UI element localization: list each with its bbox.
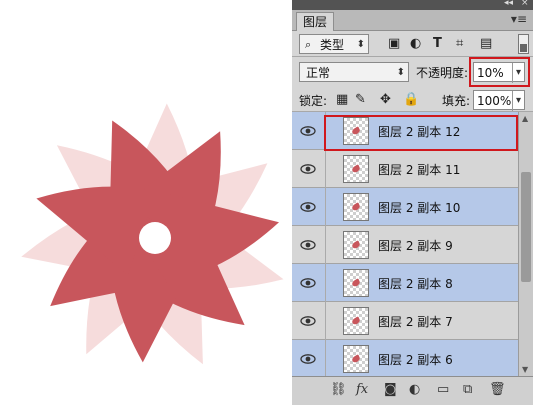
visibility-eye-icon[interactable] [300,123,316,139]
blend-mode-select[interactable]: 正常 ⬍ [299,62,409,82]
divider [325,188,326,226]
layer-row[interactable]: 图层 2 副本 6 [292,340,518,376]
layer-thumbnail-shape [351,164,361,174]
layer-name: 图层 2 副本 6 [378,353,453,367]
layer-name: 图层 2 副本 8 [378,277,453,291]
layer-row[interactable]: 图层 2 副本 8 [292,264,518,302]
lock-position-icon[interactable]: ✥ [380,92,391,108]
new-adjustment-layer-icon[interactable]: ◐ [409,382,420,398]
visibility-eye-icon[interactable] [300,313,316,329]
divider [325,264,326,302]
blend-mode-label: 正常 [306,66,331,80]
chevron-updown-icon: ⬍ [356,39,365,50]
shape-filter-icon[interactable]: ⌗ [456,36,463,52]
document-canvas[interactable] [0,0,292,404]
text-filter-icon[interactable]: T [433,36,442,52]
layer-style-icon[interactable]: fx [356,382,368,398]
lock-image-pixels-icon[interactable]: ✎ [355,92,366,108]
panel-bottom-bar: ⛓ fx ◙ ◐ ▭ ⧉ 🗑 [292,376,533,405]
visibility-eye-icon[interactable] [300,199,316,215]
image-filter-icon[interactable]: ▣ [388,36,400,52]
visibility-eye-icon[interactable] [300,237,316,253]
smart-object-filter-icon[interactable]: ▤ [480,36,492,52]
new-group-icon[interactable]: ▭ [437,382,449,398]
layer-thumbnail-shape [351,202,361,212]
layer-thumbnail[interactable] [343,193,369,221]
delete-layer-icon[interactable]: 🗑 [489,382,506,398]
layers-scrollbar[interactable]: ▲ ▼ [518,112,533,376]
divider [325,226,326,264]
layer-thumbnail-shape [351,316,361,326]
layer-thumbnail-shape [351,278,361,288]
fill-input[interactable]: 100% ▾ [473,90,525,111]
chevron-down-icon[interactable]: ▾ [511,91,521,111]
layer-thumbnail[interactable] [343,269,369,297]
lock-transparent-pixels-icon[interactable]: ▦ [336,92,348,108]
divider [325,150,326,188]
layer-thumbnail-shape [351,354,361,364]
scroll-up-icon[interactable]: ▲ [522,114,528,123]
layer-row[interactable]: 图层 2 副本 11 [292,150,518,188]
layer-thumbnail[interactable] [343,307,369,335]
visibility-eye-icon[interactable] [300,351,316,367]
layer-row[interactable]: 图层 2 副本 9 [292,226,518,264]
filter-type-select[interactable]: ⌕ 类型 ⬍ [299,34,369,54]
panel-title-bar[interactable]: ◂◂ × [292,0,533,10]
adjustment-filter-icon[interactable]: ◐ [410,36,421,52]
opacity-highlight-box [469,57,530,87]
scrollbar-thumb[interactable] [521,172,531,282]
search-icon: ⌕ [305,38,312,51]
panel-menu-icon[interactable]: ▾≡ [511,12,527,26]
lock-all-icon[interactable]: 🔒 [403,92,419,108]
filter-type-label: 类型 [320,38,345,52]
divider [325,302,326,340]
visibility-eye-icon[interactable] [300,275,316,291]
new-layer-icon[interactable]: ⧉ [463,382,472,398]
filter-toggle-switch[interactable] [518,34,529,54]
selected-layer-highlight-box [324,115,518,151]
layer-name: 图层 2 副本 7 [378,315,453,329]
fill-value: 100% [477,94,512,108]
collapse-icon[interactable]: ◂◂ [504,0,513,8]
layers-list: 图层 2 副本 12 图层 2 副本 11 图层 2 副本 10 图层 2 副本 9图… [292,112,518,376]
filter-toggle-knob [520,44,527,52]
opacity-label: 不透明度: [416,66,469,80]
lock-label: 锁定: [299,94,328,108]
layer-name: 图层 2 副本 11 [378,163,461,177]
divider [325,340,326,376]
layer-row[interactable]: 图层 2 副本 10 [292,188,518,226]
panel-tab-row: 图层 ▾≡ [292,10,533,31]
layers-panel: ◂◂ × 图层 ▾≡ ⌕ 类型 ⬍ ▣ ◐ T ⌗ ▤ 正常 ⬍ 不透明度: 1… [292,0,533,405]
flower-artwork [21,103,284,365]
layer-thumbnail[interactable] [343,155,369,183]
tab-layers-label: 图层 [303,15,328,29]
layer-row[interactable]: 图层 2 副本 7 [292,302,518,340]
tab-layers[interactable]: 图层 [296,12,335,31]
link-layers-icon[interactable]: ⛓ [330,382,347,398]
layer-thumbnail-shape [351,240,361,250]
layer-mask-icon[interactable]: ◙ [384,382,397,398]
layer-thumbnail[interactable] [343,345,369,373]
layer-name: 图层 2 副本 9 [378,239,453,253]
layer-thumbnail[interactable] [343,231,369,259]
visibility-eye-icon[interactable] [300,161,316,177]
chevron-updown-icon: ⬍ [396,67,405,78]
fill-label: 填充: [442,94,471,108]
close-panel-icon[interactable]: × [521,0,529,8]
layer-name: 图层 2 副本 10 [378,201,461,215]
flower-center-hole [139,222,171,254]
scroll-down-icon[interactable]: ▼ [522,365,528,374]
